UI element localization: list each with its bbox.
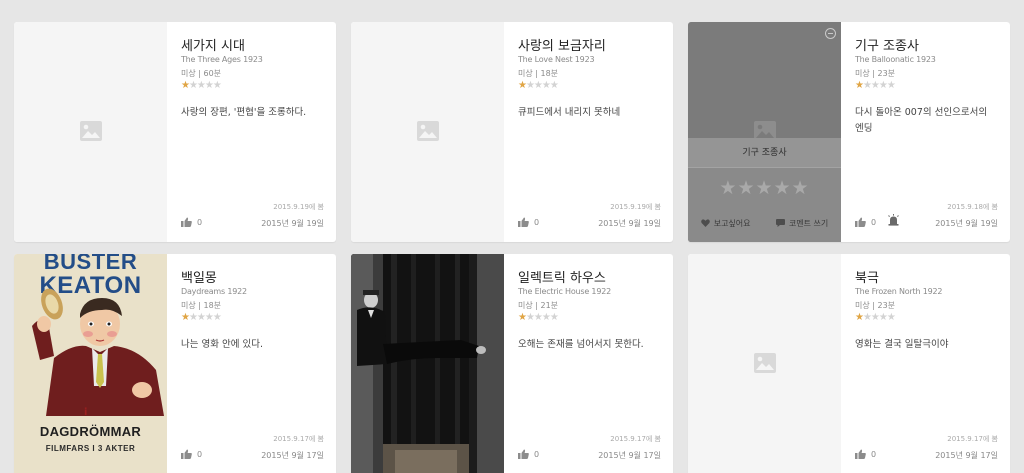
alert-icon[interactable] bbox=[887, 214, 900, 226]
comment-line: 다시 돌아온 007의 선인으로서의 bbox=[855, 107, 988, 118]
poster-text-i: i bbox=[84, 407, 88, 418]
movie-meta: 미상 | 23분 bbox=[855, 69, 896, 78]
movie-meta: 미상 | 21분 bbox=[518, 301, 559, 310]
original-title: The Love Nest 1923 bbox=[518, 55, 595, 64]
like-button[interactable]: 0 bbox=[518, 217, 539, 227]
thumbs-up-icon bbox=[181, 217, 192, 227]
comment-text: 나는 영화 안에 있다. bbox=[181, 339, 263, 350]
poster-image[interactable]: BUSTER KEATON i DAGDRÖMMAR FILMFARS I 3 … bbox=[14, 254, 167, 473]
poster-text-title: DAGDRÖMMAR bbox=[39, 424, 142, 439]
movie-meta: 미상 | 23분 bbox=[855, 301, 896, 310]
watched-date: 2015.9.17에 봄 bbox=[947, 435, 998, 443]
poster-placeholder[interactable] bbox=[688, 254, 841, 473]
rate-stars-input[interactable]: ★★★★★ bbox=[688, 177, 841, 199]
poster-image[interactable] bbox=[351, 254, 504, 473]
movie-title[interactable]: 백일몽 bbox=[181, 267, 217, 286]
thumbs-up-icon bbox=[181, 449, 192, 459]
original-title: The Electric House 1922 bbox=[518, 287, 611, 296]
wish-button[interactable]: 보고싶어요 bbox=[700, 218, 751, 229]
placeholder-image-icon bbox=[80, 121, 102, 141]
movie-meta: 미상 | 18분 bbox=[181, 301, 222, 310]
comment-text: 오해는 존재를 넘어서지 못한다. bbox=[518, 339, 644, 350]
placeholder-image-icon bbox=[417, 121, 439, 141]
movie-card[interactable]: 북극 The Frozen North 1922 미상 | 23분 ★★★★★ … bbox=[688, 254, 1010, 473]
comment-date: 2015년 9월 17일 bbox=[261, 451, 324, 460]
wish-label: 보고싶어요 bbox=[713, 218, 751, 228]
poster-photo bbox=[351, 254, 504, 473]
movie-title[interactable]: 기구 조종사 bbox=[855, 35, 919, 54]
movie-card[interactable]: 일렉트릭 하우스 The Electric House 1922 미상 | 21… bbox=[351, 254, 673, 473]
movie-title[interactable]: 북극 bbox=[855, 267, 879, 286]
rating-stars: ★★★★★ bbox=[518, 312, 559, 323]
original-title: The Balloonatic 1923 bbox=[855, 55, 936, 64]
original-title: The Three Ages 1923 bbox=[181, 55, 263, 64]
thumbs-up-icon bbox=[518, 217, 529, 227]
write-comment-label: 코멘트 쓰기 bbox=[788, 218, 829, 228]
movie-card[interactable]: BUSTER KEATON i DAGDRÖMMAR FILMFARS I 3 … bbox=[14, 254, 336, 473]
poster-text-buster: BUSTER bbox=[43, 254, 138, 274]
comment-text: 다시 돌아온 007의 선인으로서의 엔딩 bbox=[855, 105, 987, 137]
poster-illustration bbox=[32, 288, 164, 416]
rating-stars: ★★★★★ bbox=[181, 312, 222, 323]
movie-meta: 미상 | 18분 bbox=[518, 69, 559, 78]
movie-title[interactable]: 세가지 시대 bbox=[181, 35, 245, 54]
rating-stars: ★★★★★ bbox=[855, 312, 896, 323]
heart-icon bbox=[700, 219, 710, 227]
original-title: Daydreams 1922 bbox=[181, 287, 247, 296]
comment-date: 2015년 9월 19일 bbox=[935, 219, 998, 228]
comment-text: 영화는 결국 일탈극이야 bbox=[855, 339, 949, 350]
watched-date: 2015.9.17에 봄 bbox=[273, 435, 324, 443]
like-count: 0 bbox=[871, 217, 877, 227]
movie-card[interactable]: 기구 조종사 ★★★★★ 보고싶어요 코멘트 쓰기 기구 조종사 The Bal… bbox=[688, 22, 1010, 242]
comment-line: 엔딩 bbox=[855, 123, 873, 134]
comment-date: 2015년 9월 19일 bbox=[261, 219, 324, 228]
like-count: 0 bbox=[197, 217, 203, 227]
speech-bubble-icon bbox=[775, 219, 785, 227]
movie-card[interactable]: 사랑의 보금자리 The Love Nest 1923 미상 | 18분 ★★★… bbox=[351, 22, 673, 242]
comment-date: 2015년 9월 17일 bbox=[598, 451, 661, 460]
like-button[interactable]: 0 bbox=[855, 449, 876, 459]
original-title: The Frozen North 1922 bbox=[855, 287, 943, 296]
watched-date: 2015.9.19에 봄 bbox=[273, 203, 324, 211]
rating-stars: ★★★★★ bbox=[181, 80, 222, 91]
watched-date: 2015.9.17에 봄 bbox=[610, 435, 661, 443]
like-button[interactable]: 0 bbox=[181, 449, 202, 459]
like-button[interactable]: 0 bbox=[181, 217, 202, 227]
movie-meta: 미상 | 60분 bbox=[181, 69, 222, 78]
thumbs-up-icon bbox=[855, 217, 866, 227]
like-count: 0 bbox=[197, 449, 203, 459]
like-count: 0 bbox=[871, 449, 877, 459]
like-count: 0 bbox=[534, 449, 540, 459]
like-button[interactable]: 0 bbox=[855, 217, 876, 227]
like-count: 0 bbox=[534, 217, 540, 227]
overlay-movie-title: 기구 조종사 bbox=[688, 138, 841, 168]
quick-rate-panel: 기구 조종사 ★★★★★ 보고싶어요 코멘트 쓰기 bbox=[688, 138, 841, 242]
write-comment-button[interactable]: 코멘트 쓰기 bbox=[775, 218, 829, 229]
movie-title[interactable]: 사랑의 보금자리 bbox=[518, 35, 606, 54]
comment-date: 2015년 9월 17일 bbox=[935, 451, 998, 460]
minus-circle-icon[interactable] bbox=[825, 28, 836, 39]
watched-date: 2015.9.19에 봄 bbox=[610, 203, 661, 211]
rating-stars: ★★★★★ bbox=[518, 80, 559, 91]
placeholder-image-icon bbox=[754, 353, 776, 373]
movie-title[interactable]: 일렉트릭 하우스 bbox=[518, 267, 606, 286]
watched-date: 2015.9.18에 봄 bbox=[947, 203, 998, 211]
rating-stars: ★★★★★ bbox=[855, 80, 896, 91]
comment-date: 2015년 9월 19일 bbox=[598, 219, 661, 228]
thumbs-up-icon bbox=[518, 449, 529, 459]
poster-placeholder[interactable] bbox=[351, 22, 504, 242]
movie-card[interactable]: 세가지 시대 The Three Ages 1923 미상 | 60분 ★★★★… bbox=[14, 22, 336, 242]
comment-text: 큐피드에서 내리지 못하네 bbox=[518, 107, 621, 118]
thumbs-up-icon bbox=[855, 449, 866, 459]
poster-hover-overlay[interactable]: 기구 조종사 ★★★★★ 보고싶어요 코멘트 쓰기 bbox=[688, 22, 841, 242]
poster-text-sub: FILMFARS I 3 AKTER bbox=[45, 444, 136, 453]
poster-placeholder[interactable] bbox=[14, 22, 167, 242]
like-button[interactable]: 0 bbox=[518, 449, 539, 459]
comment-text: 사랑의 장편, '편협'을 조롱하다. bbox=[181, 107, 307, 118]
